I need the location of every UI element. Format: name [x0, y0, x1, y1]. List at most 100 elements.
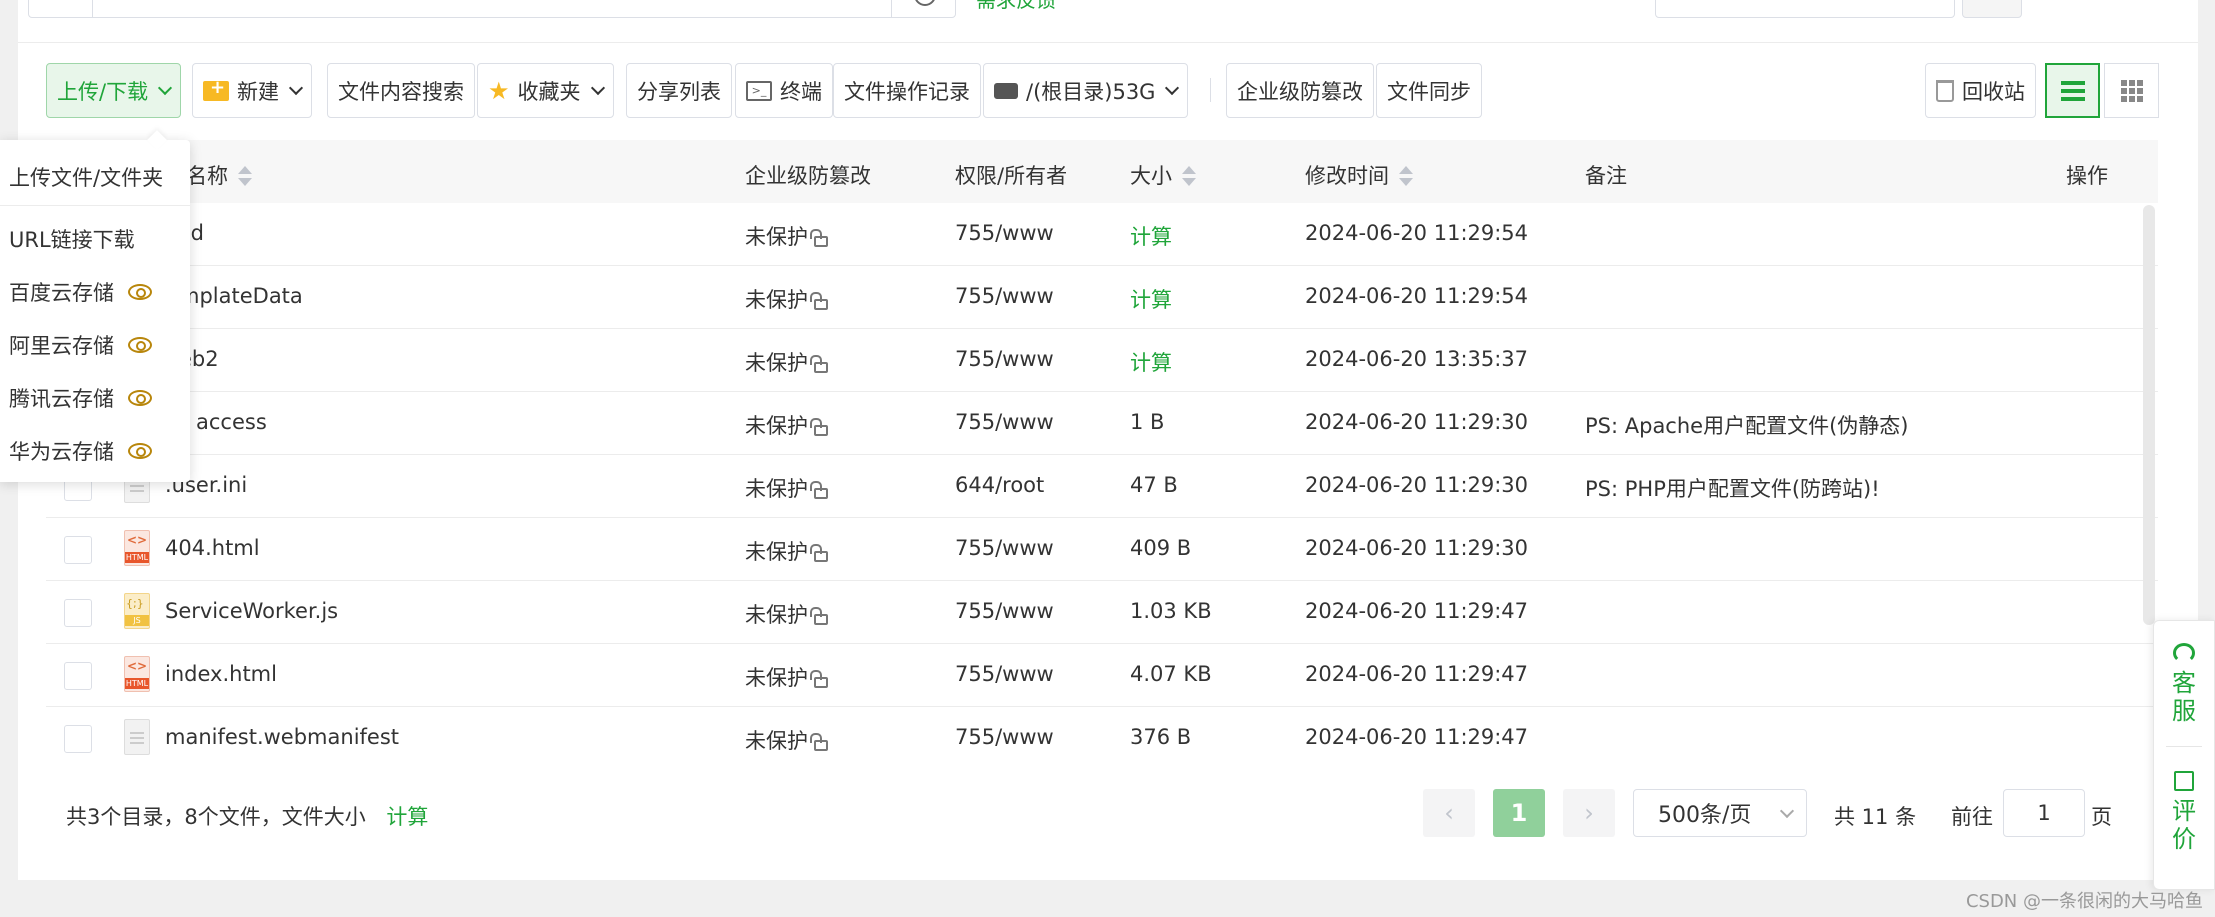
grid-view-button[interactable] — [2104, 63, 2159, 118]
file-name[interactable]: ServiceWorker.js — [165, 599, 338, 623]
review-button[interactable]: 评价 — [2154, 771, 2214, 853]
html-file-icon — [124, 530, 150, 566]
file-size: 4.07 KB — [1130, 662, 1212, 686]
sort-icon[interactable] — [1182, 166, 1196, 188]
edit-icon — [2174, 771, 2194, 791]
sort-icon[interactable] — [1399, 166, 1413, 188]
recycle-bin-button[interactable]: 回收站 — [1925, 63, 2036, 118]
permission[interactable]: 755/www — [955, 599, 1054, 623]
toolbar-divider — [1210, 78, 1211, 102]
size-calc-link[interactable]: 计算 — [1130, 221, 1172, 251]
protect-status[interactable]: 未保护 — [745, 536, 828, 566]
list-view-button[interactable] — [2045, 63, 2100, 118]
size-calc-link[interactable]: 计算 — [1130, 347, 1172, 377]
note[interactable]: PS: PHP用户配置文件(防跨站)! — [1585, 473, 1880, 503]
size-calc-link[interactable]: 计算 — [1130, 284, 1172, 314]
note[interactable]: PS: Apache用户配置文件(伪静态) — [1585, 410, 1908, 440]
terminal-button[interactable]: >_ 终端 — [735, 63, 833, 118]
total-count: 共 11 条 — [1834, 805, 1917, 829]
menu-item-aliyun[interactable]: 阿里云存储 — [9, 330, 152, 360]
menu-item-upload[interactable]: 上传文件/文件夹 — [9, 162, 163, 192]
col-name-header[interactable]: 名称 — [186, 160, 252, 190]
permission[interactable]: 755/www — [955, 284, 1054, 308]
search-input[interactable] — [1655, 0, 1955, 18]
file-name[interactable]: mplateData — [179, 284, 303, 308]
mtime: 2024-06-20 11:29:30 — [1305, 410, 1529, 434]
customer-service-button[interactable]: 客服 — [2154, 643, 2214, 725]
lock-open-icon — [810, 229, 828, 247]
calc-total-link[interactable]: 计算 — [386, 805, 428, 829]
file-name[interactable]: manifest.webmanifest — [165, 725, 399, 749]
file-name[interactable]: access — [196, 410, 267, 434]
menu-item-baidu[interactable]: 百度云存储 — [9, 277, 152, 307]
content-search-button[interactable]: 文件内容搜索 — [327, 63, 475, 118]
upload-download-button[interactable]: 上传/下载 — [46, 63, 182, 118]
permission[interactable]: 644/root — [955, 473, 1044, 497]
upload-dropdown-menu: 上传文件/文件夹 URL链接下载 百度云存储 阿里云存储 腾讯云存储 华为云存储 — [0, 140, 190, 482]
table-row[interactable]: manifest.webmanifest 未保护 755/www 376 B 2… — [46, 707, 2158, 770]
menu-item-tencent[interactable]: 腾讯云存储 — [9, 383, 152, 413]
menu-item-url-download[interactable]: URL链接下载 — [9, 224, 135, 254]
table-row[interactable]: 404.html 未保护 755/www 409 B 2024-06-20 11… — [46, 518, 2158, 581]
protect-status[interactable]: 未保护 — [745, 662, 828, 692]
col-size-header[interactable]: 大小 — [1130, 160, 1196, 190]
row-checkbox[interactable] — [64, 599, 92, 627]
protect-status[interactable]: 未保护 — [745, 599, 828, 629]
disk-button[interactable]: /(根目录)53G — [983, 63, 1189, 118]
row-checkbox[interactable] — [64, 536, 92, 564]
tamper-protect-button[interactable]: 企业级防篡改 — [1226, 63, 1374, 118]
permission[interactable]: 755/www — [955, 221, 1054, 245]
next-page-button[interactable]: › — [1563, 789, 1615, 837]
js-file-icon — [124, 593, 150, 629]
col-mtime-header[interactable]: 修改时间 — [1305, 160, 1413, 190]
path-bar[interactable] — [28, 0, 956, 18]
vip-icon — [128, 284, 152, 300]
protect-status[interactable]: 未保护 — [745, 284, 828, 314]
prev-page-button[interactable]: ‹ — [1423, 789, 1475, 837]
permission[interactable]: 755/www — [955, 410, 1054, 434]
file-op-log-button[interactable]: 文件操作记录 — [833, 63, 981, 118]
col-note-header: 备注 — [1585, 164, 1627, 188]
file-size: 376 B — [1130, 725, 1192, 749]
permission[interactable]: 755/www — [955, 347, 1054, 371]
protect-status[interactable]: 未保护 — [745, 410, 828, 440]
page-unit-label: 页 — [2091, 805, 2112, 829]
refresh-icon[interactable] — [891, 0, 955, 17]
table-row[interactable]: access 未保护 755/www 1 B 2024-06-20 11:29:… — [46, 392, 2158, 455]
table-scrollbar[interactable] — [2143, 205, 2155, 625]
feedback-link[interactable]: 需求反馈 — [976, 0, 1056, 13]
table-row[interactable]: ServiceWorker.js 未保护 755/www 1.03 KB 202… — [46, 581, 2158, 644]
table-row[interactable]: eb2 未保护 755/www 计算 2024-06-20 13:35:37 — [46, 329, 2158, 392]
table-row[interactable]: index.html 未保护 755/www 4.07 KB 2024-06-2… — [46, 644, 2158, 707]
protect-status[interactable]: 未保护 — [745, 347, 828, 377]
chevron-down-icon — [288, 80, 304, 95]
permission[interactable]: 755/www — [955, 662, 1054, 686]
goto-page-input[interactable] — [2003, 789, 2085, 837]
permission[interactable]: 755/www — [955, 536, 1054, 560]
row-checkbox[interactable] — [64, 725, 92, 753]
table-row[interactable]: mplateData 未保护 755/www 计算 2024-06-20 11:… — [46, 266, 2158, 329]
sort-icon[interactable] — [238, 166, 252, 188]
file-sync-button[interactable]: 文件同步 — [1376, 63, 1482, 118]
protect-status[interactable]: 未保护 — [745, 221, 828, 251]
mtime: 2024-06-20 11:29:47 — [1305, 725, 1529, 749]
protect-status[interactable]: 未保护 — [745, 725, 828, 755]
back-button[interactable] — [29, 0, 93, 17]
chevron-down-icon — [590, 80, 605, 95]
search-button[interactable] — [1962, 0, 2022, 18]
favorites-button[interactable]: ★ 收藏夹 — [477, 63, 614, 118]
protect-status[interactable]: 未保护 — [745, 473, 828, 503]
file-name[interactable]: index.html — [165, 662, 277, 686]
new-button[interactable]: 新建 — [192, 63, 312, 118]
share-list-button[interactable]: 分享列表 — [626, 63, 732, 118]
table-row[interactable]: .user.ini 未保护 644/root 47 B 2024-06-20 1… — [46, 455, 2158, 518]
menu-item-huawei[interactable]: 华为云存储 — [9, 436, 152, 466]
page-size-select[interactable]: 500条/页 — [1633, 789, 1807, 837]
vip-icon — [128, 390, 152, 406]
row-checkbox[interactable] — [64, 662, 92, 690]
table-row[interactable]: ild 未保护 755/www 计算 2024-06-20 11:29:54 — [46, 203, 2158, 266]
file-name[interactable]: 404.html — [165, 536, 260, 560]
page-number[interactable]: 1 — [1493, 789, 1545, 837]
dir-summary: 共3个目录，8个文件，文件大小 计算 — [66, 805, 429, 829]
permission[interactable]: 755/www — [955, 725, 1054, 749]
